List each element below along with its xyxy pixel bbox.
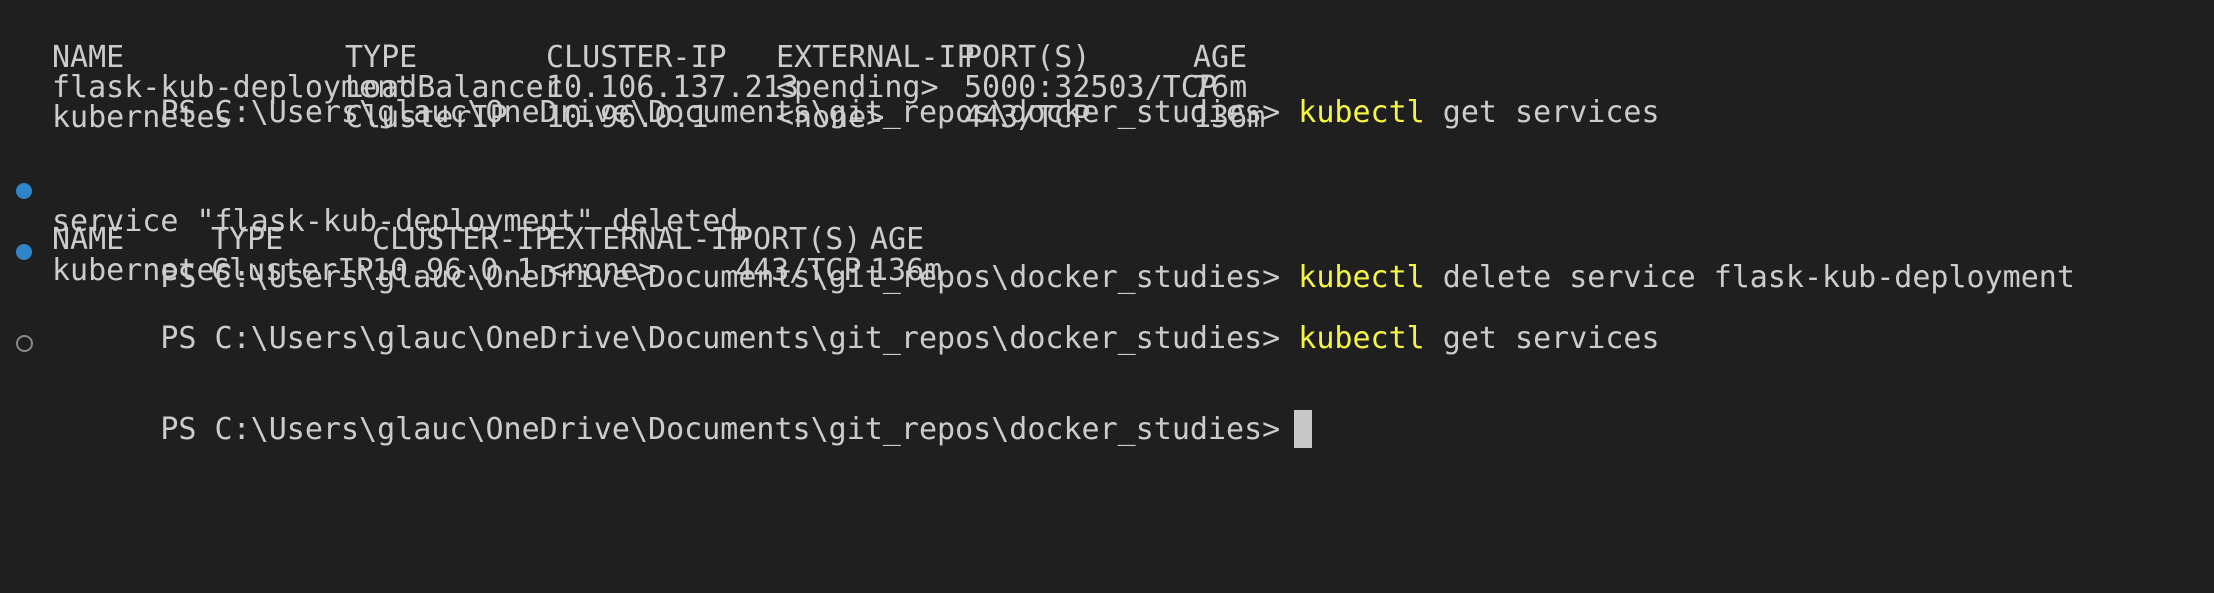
- command-keyword: kubectl: [1298, 321, 1425, 356]
- empty-circle-icon[interactable]: [16, 335, 33, 352]
- terminal-panel[interactable]: PS C:\Users\glauc\OneDrive\Documents\git…: [0, 0, 2214, 457]
- prompt-line-current[interactable]: PS C:\Users\glauc\OneDrive\Documents\git…: [0, 279, 2214, 448]
- text-cursor[interactable]: [1294, 409, 1313, 448]
- command-decoration[interactable]: [16, 322, 34, 365]
- prompt-text: PS C:\Users\glauc\OneDrive\Documents\git…: [160, 321, 1281, 356]
- prompt-text: PS C:\Users\glauc\OneDrive\Documents\git…: [160, 412, 1281, 447]
- prompt-line-2: PS C:\Users\glauc\OneDrive\Documents\git…: [0, 127, 2214, 295]
- command-args: get services: [1424, 321, 1660, 356]
